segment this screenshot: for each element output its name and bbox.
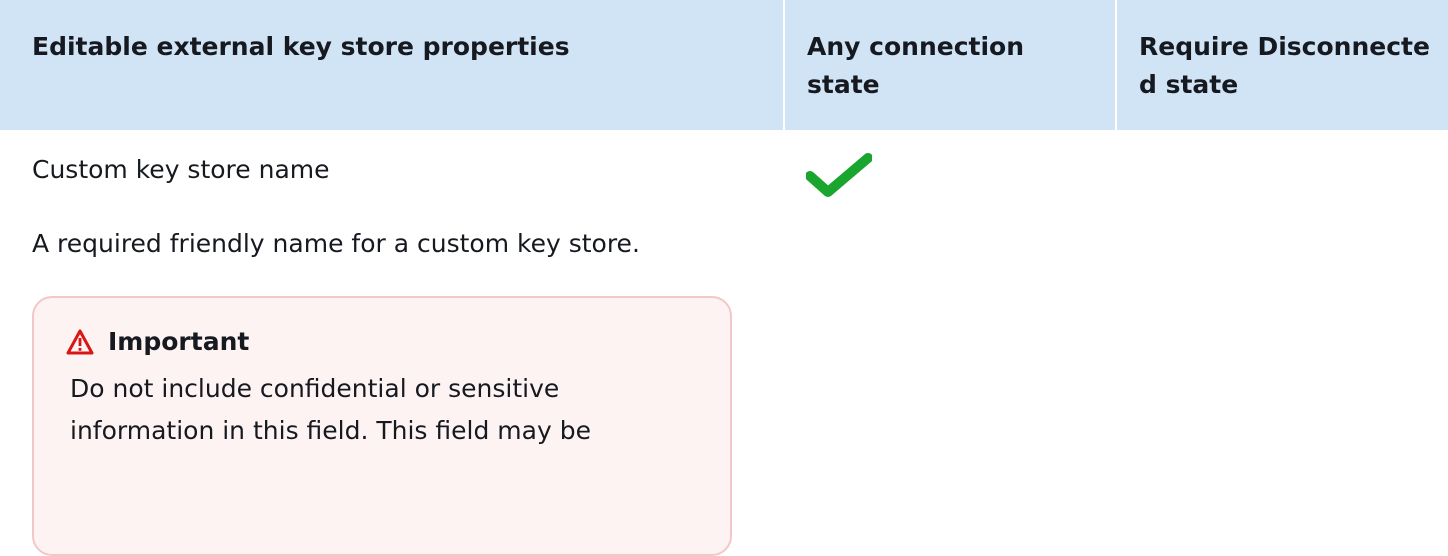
warning-triangle-icon [66, 329, 94, 355]
column-header-properties: Editable external key store properties [0, 0, 784, 130]
properties-table: Editable external key store properties A… [0, 0, 1448, 556]
property-name: Custom key store name [32, 155, 330, 184]
property-description: A required friendly name for a custom ke… [32, 229, 640, 258]
callout-header: Important [66, 324, 710, 360]
property-cell: Custom key store name A required friendl… [0, 130, 784, 556]
callout-title: Important [108, 327, 250, 356]
column-header-any-connection-state: Any connection state [783, 0, 1116, 130]
any-connection-state-cell [784, 130, 1116, 556]
table-header: Editable external key store properties A… [0, 0, 1448, 130]
important-callout: Important Do not include confidential or… [32, 296, 732, 556]
require-disconnected-state-cell [1116, 130, 1448, 556]
header-row: Editable external key store properties A… [0, 0, 1448, 130]
table-row: Custom key store name A required friendl… [0, 130, 1448, 556]
callout-text: Do not include confidential or sensitive… [70, 374, 591, 445]
column-header-require-disconnected-state: Require Disconnected state [1115, 0, 1448, 130]
check-icon [805, 152, 873, 202]
